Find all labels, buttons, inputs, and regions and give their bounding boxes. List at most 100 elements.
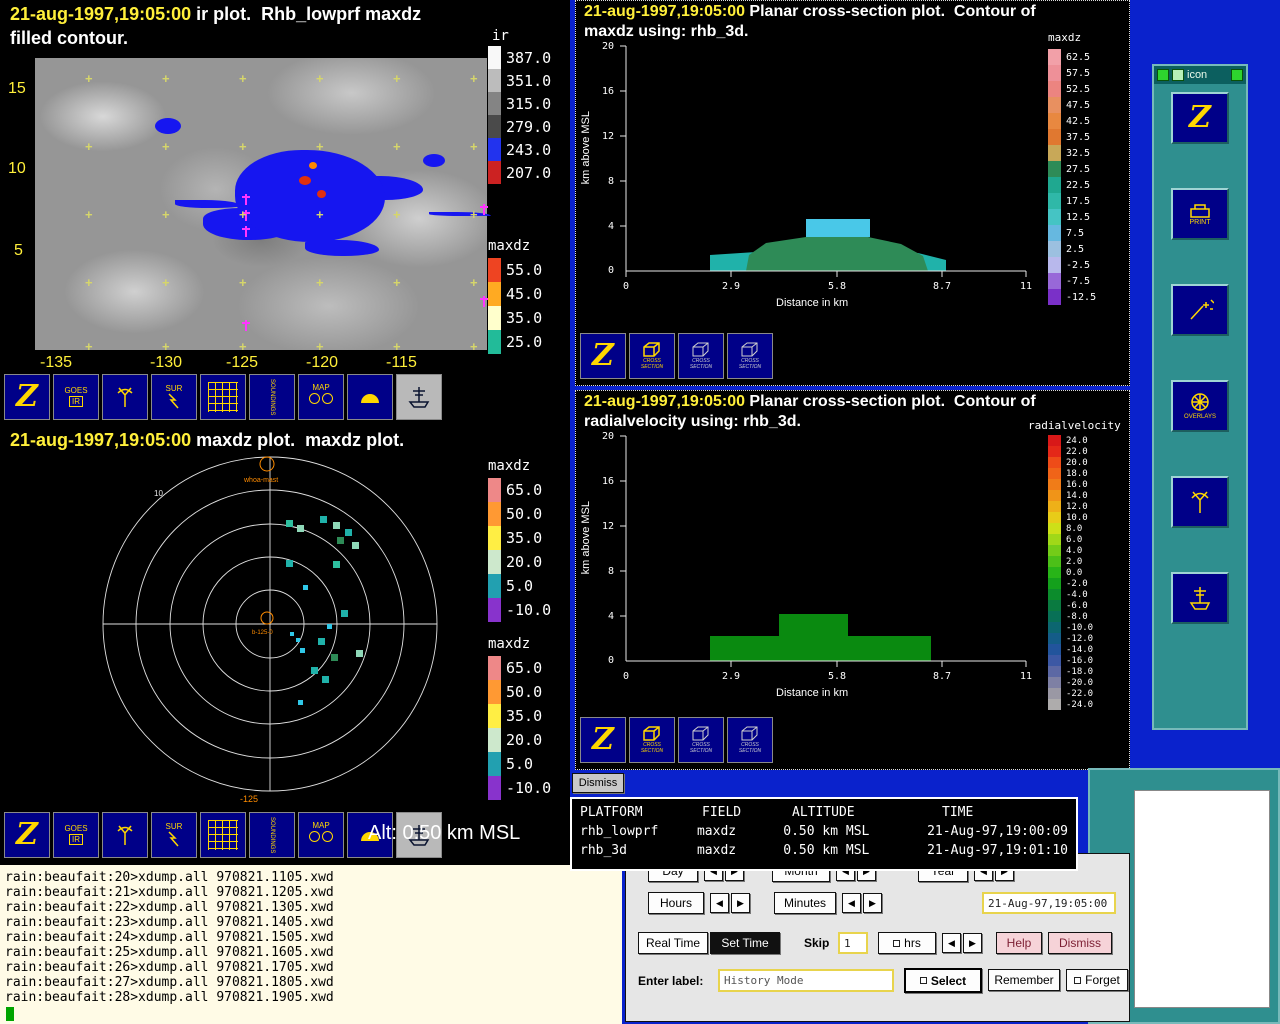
popup-dismiss-button[interactable]: Dismiss: [572, 773, 624, 793]
set-time-button[interactable]: Set Time: [710, 932, 780, 954]
table-row[interactable]: rhb_3d maxdz 0.50 km MSL 21-Aug-97,19:01:10: [580, 841, 1068, 860]
radar-antenna-button[interactable]: [1171, 476, 1229, 528]
colorbar-row: -2.0: [1048, 578, 1093, 589]
table-header-row: PLATFORM FIELD ALTITUDE TIME: [580, 805, 974, 820]
time-display-field[interactable]: 21-Aug-97,19:05:00: [982, 892, 1116, 914]
radar-dish-button[interactable]: [102, 812, 148, 858]
latlon-grid-cross-icon: +: [85, 339, 93, 354]
colorbar-row: -10.0: [488, 598, 551, 622]
skip-units-button[interactable]: hrs: [878, 932, 936, 954]
terminal-line: rain:beaufait:21>xdump.all 970821.1205.x…: [5, 885, 334, 900]
terminal-line: rain:beaufait:27>xdump.all 970821.1805.x…: [5, 975, 334, 990]
ir-xtick: -135: [40, 354, 73, 371]
iconify-icon[interactable]: [1172, 69, 1184, 81]
colorbar-row: 55.0: [488, 258, 542, 282]
maximize-icon[interactable]: [1231, 69, 1243, 81]
colorbar-row: 5.0: [488, 752, 551, 776]
colorbar-row: 65.0: [488, 656, 551, 680]
map-button[interactable]: MAP: [298, 812, 344, 858]
colorbar-row: 243.0: [488, 138, 551, 161]
select-button[interactable]: Select: [904, 968, 982, 993]
surface-obs-button[interactable]: SUR: [151, 812, 197, 858]
cross-section-button[interactable]: CROSS SECTION: [678, 333, 724, 379]
goes-ir-button[interactable]: GOES IR: [53, 374, 99, 420]
real-time-button[interactable]: Real Time: [638, 932, 708, 954]
ppi-radar-display[interactable]: whoa-mast b-125-0 10: [60, 452, 480, 797]
colorbar-row: 18.0: [1048, 468, 1093, 479]
latlon-grid-cross-icon: +: [239, 275, 247, 290]
ship-platform-button[interactable]: [396, 374, 442, 420]
annotate-wand-button[interactable]: [1171, 284, 1229, 336]
surface-obs-button[interactable]: SUR: [151, 374, 197, 420]
colorbar-row: -20.0: [1048, 677, 1093, 688]
time-control-dialog: Day ◀ ▶ Month ◀ ▶ Year ◀ ▶ Hours ◀ ▶ Min…: [625, 853, 1130, 1022]
xs2-plot[interactable]: [606, 431, 1046, 691]
remember-button[interactable]: Remember: [988, 969, 1060, 991]
zebra-logo-button[interactable]: Z: [4, 812, 50, 858]
xs2-xtick: 11: [1019, 671, 1033, 682]
terminal-line: rain:beaufait:22>xdump.all 970821.1305.x…: [5, 900, 334, 915]
zebra-logo-button[interactable]: Z: [580, 717, 626, 763]
xs2-ytick: 12: [601, 521, 614, 532]
overlays-button[interactable]: OVERLAYS: [1171, 380, 1229, 432]
terminal-line: rain:beaufait:26>xdump.all 970821.1705.x…: [5, 960, 334, 975]
latlon-grid-cross-icon: +: [239, 139, 247, 154]
radar-dish-button[interactable]: [102, 374, 148, 420]
cross-section-button[interactable]: CROSS SECTION: [678, 717, 724, 763]
hours-increment-button[interactable]: ▶: [731, 893, 750, 913]
latlon-grid-cross-icon: +: [316, 71, 324, 86]
skip-increment-button[interactable]: ▶: [963, 933, 982, 953]
zebra-logo-button[interactable]: Z: [4, 374, 50, 420]
top-platform-label: whoa-mast: [243, 477, 278, 484]
terminal-line: rain:beaufait:23>xdump.all 970821.1405.x…: [5, 915, 334, 930]
minutes-button[interactable]: Minutes: [774, 892, 836, 914]
ir-maxdz-colorbar: 55.0 45.0 35.0 25.0: [488, 258, 542, 354]
colorbar-row: -8.0: [1048, 611, 1093, 622]
ir-contour-blue-patch: [423, 154, 445, 167]
latlon-grid-cross-icon: +: [162, 339, 170, 354]
xs2-ytick: 20: [601, 431, 614, 442]
cross-section-button-active[interactable]: CROSS SECTION: [629, 717, 675, 763]
xterm-window[interactable]: rain:beaufait:20>xdump.all 970821.1105.x…: [0, 865, 622, 1024]
toggle-box-icon: [893, 939, 901, 947]
map-button[interactable]: MAP: [298, 374, 344, 420]
latlon-grid-cross-icon: +: [393, 275, 401, 290]
colorbar-row: 17.5: [1048, 193, 1096, 209]
latlon-grid-cross-icon: +: [470, 275, 478, 290]
help-button[interactable]: Help: [996, 932, 1042, 954]
cross-section-button[interactable]: CROSS SECTION: [727, 333, 773, 379]
satellite-image[interactable]: + + + + + + + + + + + + + + + + + + + + + + + + + + + + + +: [35, 58, 488, 354]
zebra-logo-button[interactable]: Z: [580, 333, 626, 379]
xs1-plot[interactable]: [606, 41, 1046, 301]
label-input-field[interactable]: History Mode: [718, 969, 894, 992]
table-row[interactable]: rhb_lowprf maxdz 0.50 km MSL 21-Aug-97,19:0…: [580, 822, 1068, 841]
zebra-logo-button[interactable]: Z: [1171, 92, 1229, 144]
skip-value-field[interactable]: 1: [838, 932, 868, 954]
center-platform-label: b-125-0: [252, 630, 273, 636]
colorbar-row: -24.0: [1048, 699, 1093, 710]
cross-section-button-active[interactable]: CROSS SECTION: [629, 333, 675, 379]
grid-button[interactable]: [200, 374, 246, 420]
colorbar-row: 37.5: [1048, 129, 1096, 145]
hours-button[interactable]: Hours: [648, 892, 704, 914]
cross-section-button[interactable]: CROSS SECTION: [727, 717, 773, 763]
ir-title-line2: filled contour.: [10, 28, 129, 48]
toolbox-titlebar[interactable]: icon: [1154, 66, 1246, 84]
soundings-button[interactable]: SOUNDINGS: [249, 812, 295, 858]
goes-ir-button[interactable]: GOES IR: [53, 812, 99, 858]
soundings-button[interactable]: SOUNDINGS: [249, 374, 295, 420]
ship-mast-button[interactable]: [1171, 572, 1229, 624]
skip-decrement-button[interactable]: ◀: [942, 933, 961, 953]
latlon-grid-cross-icon: +: [393, 339, 401, 354]
menu-box-icon[interactable]: [1157, 69, 1169, 81]
latlon-grid-cross-icon: +: [470, 139, 478, 154]
hours-decrement-button[interactable]: ◀: [710, 893, 729, 913]
minutes-increment-button[interactable]: ▶: [863, 893, 882, 913]
dialog-dismiss-button[interactable]: Dismiss: [1048, 932, 1112, 954]
background-window-canvas: [1134, 790, 1270, 1008]
dome-button[interactable]: [347, 374, 393, 420]
minutes-decrement-button[interactable]: ◀: [842, 893, 861, 913]
grid-button[interactable]: [200, 812, 246, 858]
forget-button[interactable]: Forget: [1066, 969, 1128, 991]
print-button[interactable]: PRINT: [1171, 188, 1229, 240]
